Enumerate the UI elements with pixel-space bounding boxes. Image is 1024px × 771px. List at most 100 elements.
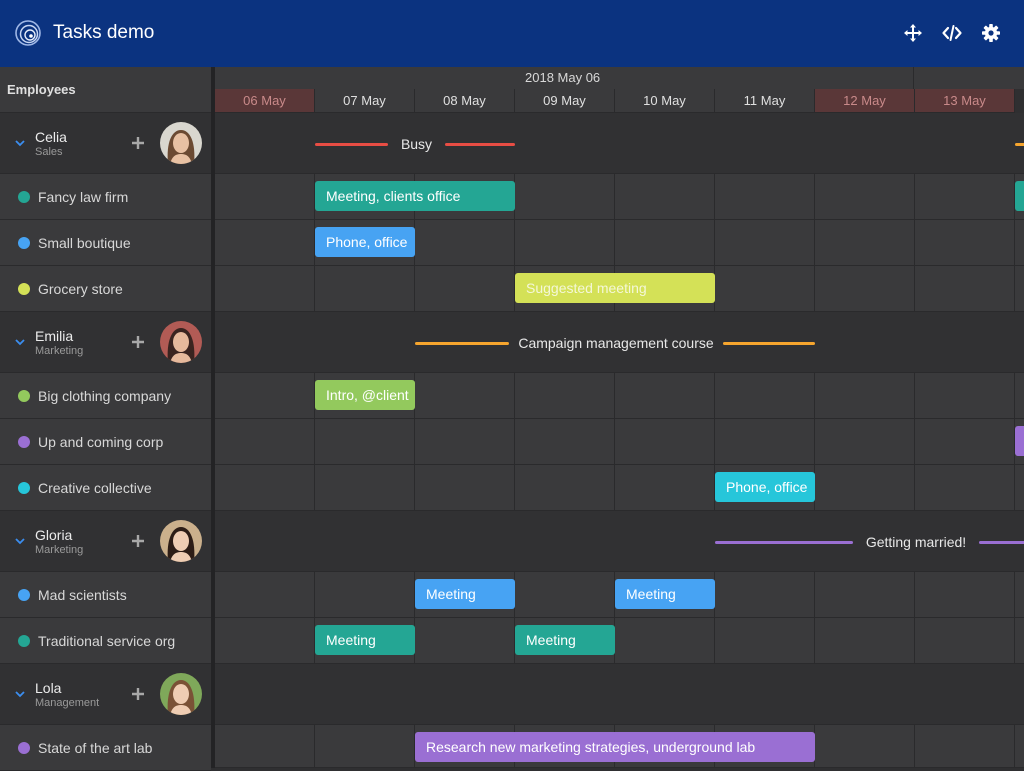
- timeline-task-row[interactable]: Phone, office: [215, 220, 1024, 266]
- chevron-down-icon[interactable]: [14, 338, 26, 346]
- add-task-icon[interactable]: [131, 136, 145, 150]
- timeline-task-row[interactable]: [215, 419, 1024, 465]
- day-header: 13 May: [915, 89, 1015, 113]
- event-bar[interactable]: Phone, office: [315, 227, 415, 257]
- employee-row-emilia[interactable]: Emilia Marketing: [0, 312, 211, 373]
- employee-role: Sales: [35, 146, 63, 158]
- summary-bar: [315, 143, 388, 146]
- summary-bar: [979, 541, 1024, 544]
- avatar: [160, 520, 202, 562]
- summary-bar: [1015, 143, 1024, 146]
- status-dot: [18, 589, 30, 601]
- add-task-icon[interactable]: [131, 335, 145, 349]
- employee-name: Celia: [35, 129, 67, 145]
- chevron-down-icon[interactable]: [14, 139, 26, 147]
- task-label: Fancy law firm: [38, 189, 129, 205]
- timeline-group-row[interactable]: Getting married!: [215, 511, 1024, 572]
- status-dot: [18, 191, 30, 203]
- event-bar[interactable]: Suggested meeting: [515, 273, 715, 303]
- timeline-task-row[interactable]: Meeting Meeting: [215, 618, 1024, 664]
- add-task-icon[interactable]: [131, 534, 145, 548]
- timeline-task-row[interactable]: Research new marketing strategies, under…: [215, 725, 1024, 768]
- status-dot: [18, 436, 30, 448]
- task-label: State of the art lab: [38, 740, 153, 756]
- task-row[interactable]: Traditional service org: [0, 618, 211, 664]
- status-dot: [18, 742, 30, 754]
- status-dot: [18, 482, 30, 494]
- summary-label: Getting married!: [865, 534, 967, 550]
- chevron-down-icon[interactable]: [14, 537, 26, 545]
- timeline-week-header: 2018 May 06: [215, 67, 1024, 89]
- timeline-task-row[interactable]: Meeting Meeting: [215, 572, 1024, 618]
- task-row[interactable]: State of the art lab: [0, 725, 211, 771]
- logo-icon: [15, 20, 41, 46]
- summary-bar: [715, 541, 853, 544]
- day-header: 11 May: [715, 89, 815, 113]
- event-bar[interactable]: Phone, office: [715, 472, 815, 502]
- summary-label: Busy: [400, 136, 433, 152]
- add-task-icon[interactable]: [131, 687, 145, 701]
- summary-label: Campaign management course: [518, 335, 714, 351]
- day-header: 06 May: [215, 89, 315, 113]
- avatar: [160, 321, 202, 363]
- event-bar[interactable]: Meeting: [515, 625, 615, 655]
- task-row[interactable]: Up and coming corp: [0, 419, 211, 465]
- timeline-group-row[interactable]: [215, 664, 1024, 725]
- day-header: 07 May: [315, 89, 415, 113]
- employees-header: Employees: [0, 67, 211, 113]
- timeline-group-row[interactable]: Busy: [215, 113, 1024, 174]
- status-dot: [18, 635, 30, 647]
- app-title: Tasks demo: [53, 22, 155, 43]
- event-bar[interactable]: Intro, @client: [315, 380, 415, 410]
- day-header: 12 May: [815, 89, 915, 113]
- employee-row-gloria[interactable]: Gloria Marketing: [0, 511, 211, 572]
- status-dot: [18, 237, 30, 249]
- gear-icon[interactable]: [980, 22, 1002, 44]
- employee-role: Management: [35, 697, 100, 709]
- timeline-task-row[interactable]: Suggested meeting: [215, 266, 1024, 312]
- event-bar[interactable]: Meeting, clients office: [315, 181, 515, 211]
- task-row[interactable]: Mad scientists: [0, 572, 211, 618]
- timeline-task-row[interactable]: Meeting, clients office: [215, 174, 1024, 220]
- employees-header-label: Employees: [7, 82, 76, 97]
- event-bar-overflow[interactable]: [1015, 181, 1024, 211]
- day-header: 08 May: [415, 89, 515, 113]
- event-bar[interactable]: Research new marketing strategies, under…: [415, 732, 815, 762]
- week-label: 2018 May 06: [525, 70, 601, 85]
- timeline-day-header: 06 May 07 May 08 May 09 May 10 May 11 Ma…: [215, 89, 1024, 113]
- move-icon[interactable]: [902, 22, 924, 44]
- task-label: Traditional service org: [38, 633, 176, 649]
- task-row[interactable]: Small boutique: [0, 220, 211, 266]
- employee-name: Lola: [35, 680, 62, 696]
- employee-row-lola[interactable]: Lola Management: [0, 664, 211, 725]
- timeline-task-row[interactable]: Phone, office: [215, 465, 1024, 511]
- status-dot: [18, 390, 30, 402]
- event-bar[interactable]: Meeting: [615, 579, 715, 609]
- task-row[interactable]: Big clothing company: [0, 373, 211, 419]
- task-row[interactable]: Fancy law firm: [0, 174, 211, 220]
- event-bar-overflow[interactable]: [1015, 426, 1024, 456]
- employee-role: Marketing: [35, 345, 84, 357]
- employee-name: Gloria: [35, 527, 73, 543]
- timeline-task-row[interactable]: Intro, @client: [215, 373, 1024, 419]
- day-header: 09 May: [515, 89, 615, 113]
- task-label: Small boutique: [38, 235, 131, 251]
- task-label: Mad scientists: [38, 587, 127, 603]
- task-row[interactable]: Grocery store: [0, 266, 211, 312]
- task-label: Creative collective: [38, 480, 152, 496]
- employee-role: Marketing: [35, 544, 84, 556]
- timeline-group-row[interactable]: Campaign management course: [215, 312, 1024, 373]
- summary-bar: [445, 143, 515, 146]
- week-cell: 2018 May 06: [215, 67, 914, 89]
- task-label: Up and coming corp: [38, 434, 164, 450]
- task-label: Big clothing company: [38, 388, 172, 404]
- event-bar[interactable]: Meeting: [315, 625, 415, 655]
- task-row[interactable]: Creative collective: [0, 465, 211, 511]
- code-icon[interactable]: [941, 22, 963, 44]
- avatar: [160, 122, 202, 164]
- chevron-down-icon[interactable]: [14, 690, 26, 698]
- employee-name: Emilia: [35, 328, 74, 344]
- status-dot: [18, 283, 30, 295]
- event-bar[interactable]: Meeting: [415, 579, 515, 609]
- employee-row-celia[interactable]: Celia Sales: [0, 113, 211, 174]
